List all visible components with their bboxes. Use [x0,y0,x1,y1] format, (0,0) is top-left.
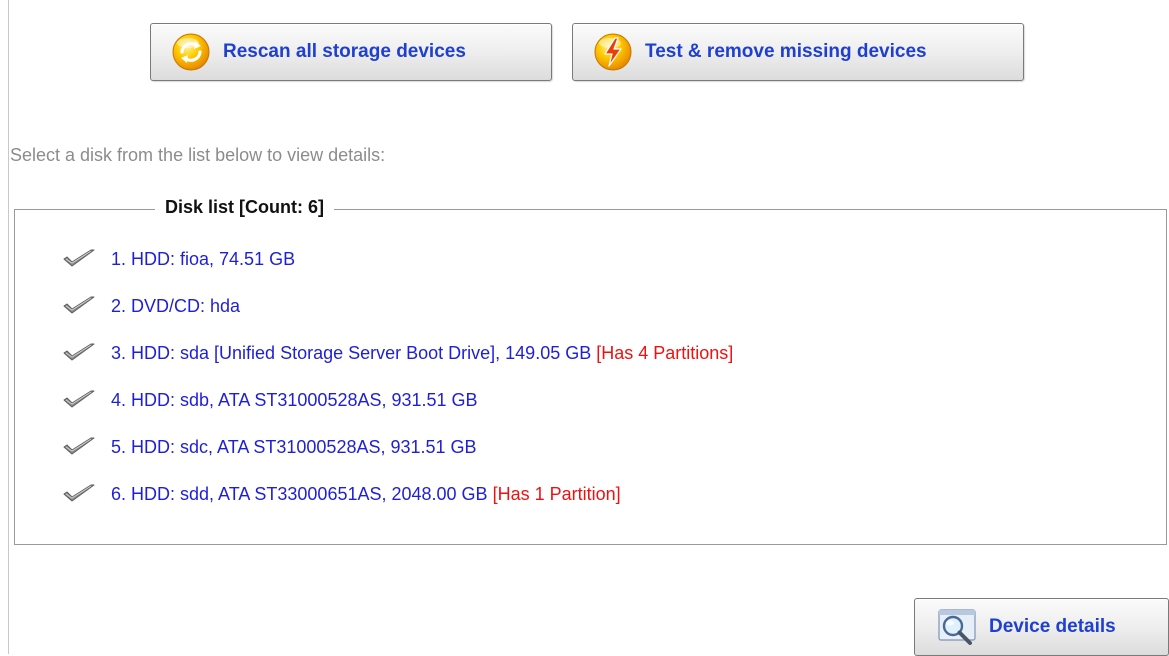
checkmark-icon [63,249,95,267]
disk-list-item[interactable]: 1. HDD: fioa, 74.51 GB [61,244,733,274]
disk-list-item[interactable]: 2. DVD/CD: hda [61,291,733,321]
test-remove-button-label: Test & remove missing devices [645,41,927,62]
disk-label: 4. HDD: sdb, ATA ST31000528AS, 931.51 GB [111,389,478,410]
disk-list-item[interactable]: 4. HDD: sdb, ATA ST31000528AS, 931.51 GB [61,385,733,415]
disk-label: 5. HDD: sdc, ATA ST31000528AS, 931.51 GB [111,436,477,457]
checkmark-icon [63,343,95,361]
magnifier-icon [938,609,976,645]
left-border [8,0,9,654]
lightning-orb-icon [594,33,632,71]
disk-label: 2. DVD/CD: hda [111,295,241,316]
disk-list-item[interactable]: 6. HDD: sdd, ATA ST33000651AS, 2048.00 G… [61,479,733,509]
device-details-button-label: Device details [989,616,1116,637]
disk-list: 1. HDD: fioa, 74.51 GB 2. DVD/CD: hda 3.… [61,244,733,526]
disk-label: 6. HDD: sdd, ATA ST33000651AS, 2048.00 G… [111,483,488,504]
disk-list-panel: Disk list [Count: 6] 1. HDD: fioa, 74.51… [14,197,1167,545]
disk-list-title: Disk list [Count: 6] [155,197,335,218]
disk-list-item[interactable]: 3. HDD: sda [Unified Storage Server Boot… [61,338,733,368]
refresh-orb-icon [172,33,210,71]
checkmark-icon [63,296,95,314]
checkmark-icon [63,390,95,408]
disk-label: 3. HDD: sda [Unified Storage Server Boot… [111,342,592,363]
disk-list-item[interactable]: 5. HDD: sdc, ATA ST31000528AS, 931.51 GB [61,432,733,462]
instruction-text: Select a disk from the list below to vie… [10,145,386,165]
device-details-button[interactable]: Device details [914,598,1169,656]
disk-partition-note: [Has 1 Partition] [492,483,621,504]
test-remove-button[interactable]: Test & remove missing devices [572,23,1024,81]
disk-label: 1. HDD: fioa, 74.51 GB [111,248,296,269]
disk-partition-note: [Has 4 Partitions] [596,342,734,363]
rescan-button[interactable]: Rescan all storage devices [150,23,552,81]
checkmark-icon [63,437,95,455]
checkmark-icon [63,484,95,502]
rescan-button-label: Rescan all storage devices [223,41,466,62]
